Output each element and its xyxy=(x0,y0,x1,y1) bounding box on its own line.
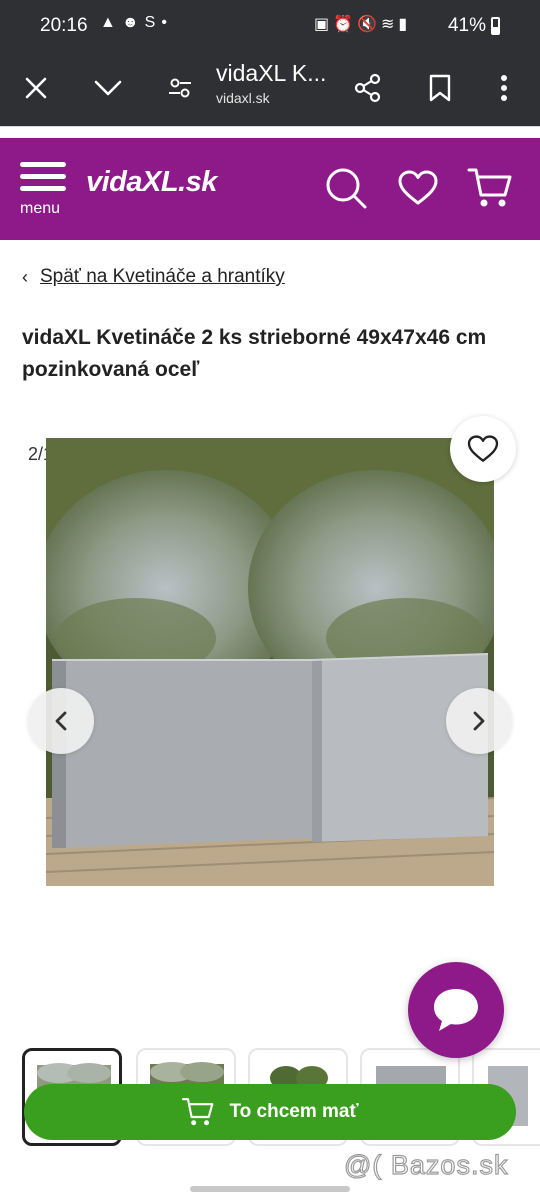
add-to-cart-button[interactable]: To chcem mať xyxy=(24,1084,516,1140)
header-divider xyxy=(0,126,540,138)
system-status-icons: ▣⏰🔇≋▮ xyxy=(314,16,412,33)
close-tab-button[interactable] xyxy=(12,64,60,112)
more-options-button[interactable] xyxy=(480,64,528,112)
cart-button[interactable] xyxy=(464,162,516,214)
browser-tab-bar: vidaXL K... vidaxl.sk xyxy=(0,52,540,126)
tune-icon xyxy=(169,78,191,98)
tab-page-title: vidaXL K... xyxy=(216,60,327,86)
logo-text: vidaXL.sk xyxy=(86,166,217,198)
chevron-left-icon: ‹ xyxy=(22,266,28,287)
tab-page-url: vidaxl.sk xyxy=(216,90,270,106)
notification-icons: ▲☻S• xyxy=(100,14,173,31)
system-status-bar: 20:16 ▲☻S• ▣⏰🔇≋▮ 41% xyxy=(0,0,540,52)
chevron-right-icon xyxy=(473,711,485,731)
wishlist-header-button[interactable] xyxy=(392,162,444,214)
close-icon xyxy=(25,77,47,99)
menu-button[interactable]: menu xyxy=(18,160,70,220)
watermark: @( Bazos.sk xyxy=(343,1149,509,1180)
next-image-button[interactable] xyxy=(446,688,512,754)
chevron-down-icon xyxy=(94,80,122,96)
battery-percentage: 41% xyxy=(447,15,486,36)
minimize-tab-button[interactable] xyxy=(84,64,132,112)
product-title: vidaXL Kvetináče 2 ks strieborné 49x47x4… xyxy=(22,326,487,381)
site-header: menu vidaXL.sk xyxy=(0,138,540,240)
share-icon xyxy=(354,73,381,103)
heart-icon xyxy=(398,170,438,205)
previous-image-button[interactable] xyxy=(28,688,94,754)
bookmark-icon xyxy=(429,74,451,102)
chat-icon xyxy=(434,989,478,1031)
page-info-button[interactable] xyxy=(156,64,204,112)
chat-button[interactable] xyxy=(408,962,504,1058)
more-vert-icon xyxy=(501,75,507,101)
search-button[interactable] xyxy=(320,162,372,214)
menu-label: menu xyxy=(20,200,61,217)
wishlist-button[interactable] xyxy=(450,416,516,482)
gesture-bar xyxy=(190,1186,350,1192)
cart-icon xyxy=(467,168,512,207)
add-to-cart-label: To chcem mať xyxy=(229,1101,359,1122)
product-image[interactable] xyxy=(46,438,494,886)
bookmark-button[interactable] xyxy=(416,64,464,112)
battery-icon xyxy=(491,17,500,35)
search-icon xyxy=(326,168,367,209)
breadcrumb[interactable]: ‹ Späť na Kvetináče a hrantíky xyxy=(22,266,285,288)
cart-icon xyxy=(181,1097,215,1127)
share-button[interactable] xyxy=(344,64,392,112)
heart-icon xyxy=(467,435,499,462)
breadcrumb-back-link[interactable]: Späť na Kvetináče a hrantíky xyxy=(40,266,285,288)
status-time: 20:16 xyxy=(40,15,88,36)
chevron-left-icon xyxy=(55,711,67,731)
